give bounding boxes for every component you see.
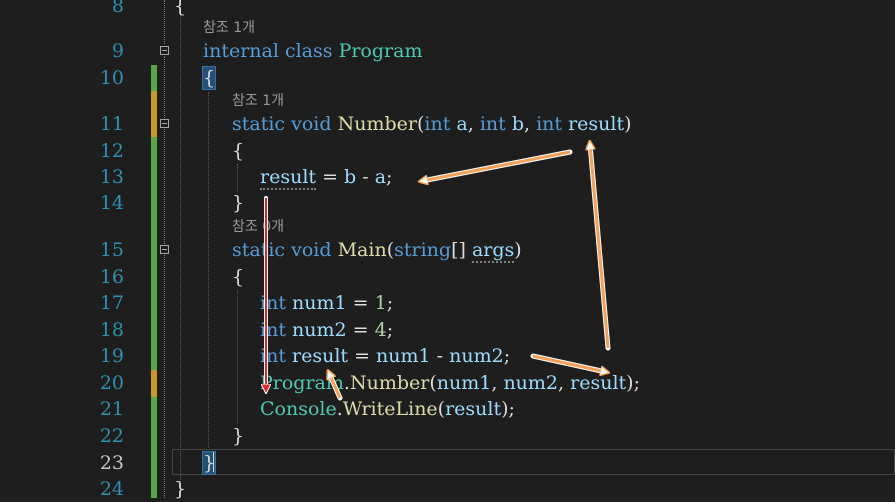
arrow-to-local-result — [329, 373, 343, 401]
arrow-local-result-to-argument — [530, 353, 606, 372]
arrow-call-result-to-param — [590, 144, 611, 351]
annotation-arrows-overlay — [0, 0, 895, 401]
arrow-result-param-to-assignment — [422, 149, 573, 181]
code-editor[interactable]: 8 9 10 11 12 13 14 15 16 17 18 19 20 21 … — [0, 0, 895, 500]
